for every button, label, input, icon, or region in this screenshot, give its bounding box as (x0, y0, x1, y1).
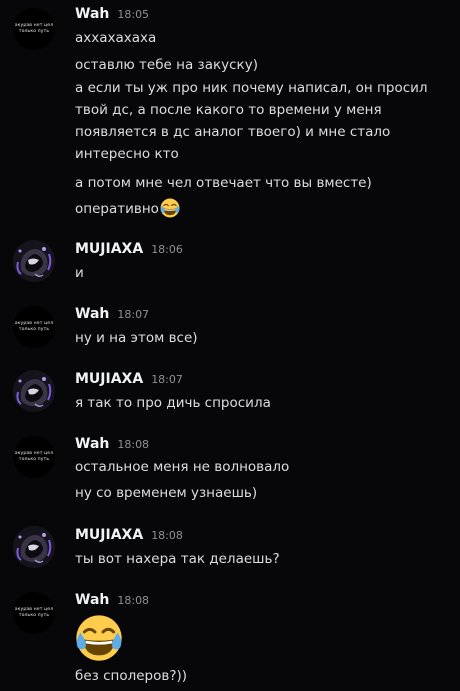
message-header: MUJIAXA 18:06 (75, 241, 183, 261)
message-text: оставлю тебе на закуску) (75, 57, 258, 73)
message-text: без сполеров?)) (75, 668, 188, 684)
mujiaxa-avatar[interactable] (13, 526, 55, 568)
username[interactable]: MUJIAXA (75, 527, 143, 543)
username[interactable]: Wah (75, 6, 109, 22)
wah-avatar[interactable]: акурав нет цел только путь (13, 8, 55, 50)
timestamp: 18:08 (117, 438, 150, 451)
message-line: оперативно (75, 198, 455, 220)
message-header: Wah 18:08 (75, 436, 149, 456)
avatar-text-line: только путь (18, 29, 50, 34)
wah-avatar[interactable]: акурав нет цел только путь (13, 436, 55, 478)
avatar-image-icon (13, 526, 55, 568)
timestamp: 18:06 (151, 243, 183, 256)
message-header: Wah 18:08 (75, 592, 149, 612)
username[interactable]: Wah (75, 436, 109, 452)
timestamp: 18:07 (117, 308, 150, 321)
message-header: MUJIAXA 18:08 (75, 527, 183, 547)
message-text: я так то про дичь спросила (75, 395, 271, 411)
message-header: Wah 18:07 (75, 306, 149, 326)
avatar-text-line: только путь (18, 613, 50, 618)
timestamp: 18:08 (151, 529, 183, 542)
message-header: Wah 18:05 (75, 6, 149, 26)
avatar-image-icon (13, 370, 55, 412)
timestamp: 18:08 (117, 594, 150, 607)
avatar-image-icon (13, 240, 55, 282)
username[interactable]: MUJIAXA (75, 241, 143, 257)
message-header: MUJIAXA 18:07 (75, 371, 183, 391)
timestamp: 18:05 (117, 8, 150, 21)
message-text: аххахахаха (75, 30, 157, 46)
message-text: ты вот нахера так делаешь? (75, 551, 280, 567)
timestamp: 18:07 (151, 373, 183, 386)
message-text: а если ты уж про ник почему написал, он … (75, 80, 428, 162)
message-text: оперативно (75, 201, 159, 217)
message-text: и (75, 265, 84, 281)
joy-emoji-icon (160, 198, 180, 218)
message-text: а потом мне чел отвечает что вы вместе) (75, 175, 372, 191)
message-text: ну и на этом все) (75, 330, 198, 346)
username[interactable]: Wah (75, 592, 109, 608)
message-text: ну со временем узнаешь) (75, 485, 258, 501)
username[interactable]: MUJIAXA (75, 371, 143, 387)
avatar-text-line: только путь (18, 327, 50, 332)
wah-avatar[interactable]: акурав нет цел только путь (13, 592, 55, 634)
joy-emoji-icon (75, 614, 123, 662)
message-text: остальное меня не волновало (75, 459, 290, 475)
username[interactable]: Wah (75, 306, 109, 322)
mujiaxa-avatar[interactable] (13, 240, 55, 282)
wah-avatar[interactable]: акурав нет цел только путь (13, 306, 55, 348)
avatar-text-line: только путь (18, 457, 50, 462)
mujiaxa-avatar[interactable] (13, 370, 55, 412)
